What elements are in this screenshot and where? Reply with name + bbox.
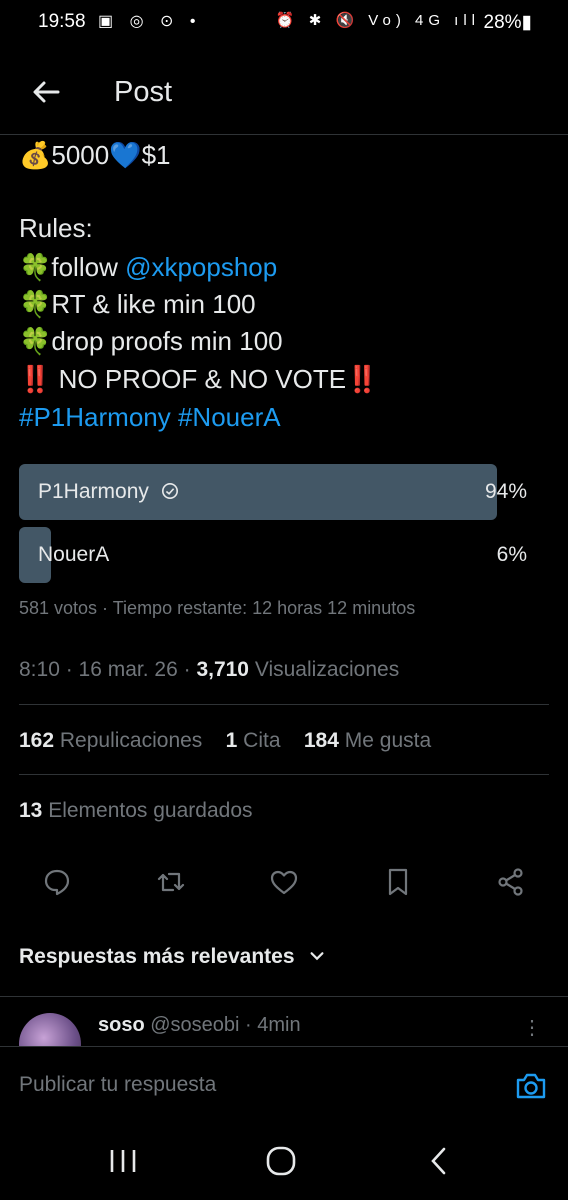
likes-stat[interactable]: 184 Me gusta [304, 729, 431, 752]
heart-icon[interactable] [268, 866, 300, 898]
tweet-line-prize: 💰5000💙$1 [19, 140, 171, 170]
top-bar: Post [0, 60, 568, 135]
check-circle-icon [161, 482, 178, 500]
reply-icon[interactable] [41, 866, 73, 898]
poll-option-1[interactable]: P1Harmony 94% [19, 464, 527, 520]
system-nav-bar [0, 1118, 568, 1200]
repost-icon[interactable] [155, 866, 187, 898]
tweet-line-rt: 🍀RT & like min 100 [19, 289, 256, 319]
warning-icon: ‼️ [19, 364, 52, 394]
mention-link[interactable]: @xkpopshop [125, 252, 277, 282]
tweet-line-follow: 🍀follow @xkpopshop [19, 252, 277, 283]
bookmarks-stat[interactable]: 13 Elementos guardados [19, 799, 253, 823]
quotes-stat[interactable]: 1 Cita [226, 729, 281, 752]
reply-input-placeholder[interactable]: Publicar tu respuesta [19, 1073, 216, 1097]
views-count: 3,710 [196, 658, 249, 681]
poll-percent: 6% [496, 543, 527, 566]
page-title: Post [114, 76, 173, 108]
poll-option-2[interactable]: NouerA 6% [19, 527, 527, 583]
poll-option-label: P1Harmony [38, 480, 179, 504]
tweet-line-warning: ‼️ NO PROOF & NO VOTE‼️ [19, 364, 378, 395]
recent-apps-icon[interactable] [103, 1144, 143, 1178]
post-meta: 8:10 · 16 mar. 26 · 3,710 Visualizacione… [19, 658, 399, 682]
chevron-down-icon [310, 952, 324, 961]
hashtags-link[interactable]: #P1Harmony #NouerA [19, 402, 281, 433]
status-bar: 19:58 ▣ ◎ ⊙ • ⏰ ✱ 🔇 Vo) 4G ıll 28%▮ [0, 0, 568, 44]
back-arrow-icon[interactable] [30, 76, 62, 108]
reposts-stat[interactable]: 162 Repulicaciones [19, 729, 202, 752]
reply-author: soso @soseobi · 4min [98, 1014, 301, 1037]
divider [19, 774, 549, 775]
more-options-icon[interactable]: ⋮ [522, 1015, 542, 1040]
engagement-stats: 162 Repulicaciones 1 Cita 184 Me gusta [19, 729, 431, 753]
poll-percent: 94% [484, 480, 527, 503]
system-icons: ⏰ ✱ 🔇 Vo) 4G ıll [275, 12, 480, 29]
battery-indicator: 28%▮ [483, 12, 532, 33]
back-nav-icon[interactable] [420, 1144, 460, 1178]
tweet-line-rules: Rules: [19, 213, 93, 243]
bookmark-icon[interactable] [382, 866, 414, 898]
status-time: 19:58 [38, 11, 86, 32]
reply-item[interactable]: soso @soseobi · 4min ⋮ [0, 996, 568, 1047]
notification-icons: ▣ ◎ ⊙ • [98, 13, 202, 30]
avatar[interactable] [19, 1013, 81, 1047]
home-icon[interactable] [261, 1144, 301, 1178]
tweet-line-proofs: 🍀drop proofs min 100 [19, 326, 283, 356]
reply-name: soso [98, 1014, 145, 1036]
divider [19, 704, 549, 705]
warning-icon: ‼️ [346, 364, 379, 394]
replies-sort-label: Respuestas más relevantes [19, 945, 295, 968]
reply-handle-time: @soseobi · 4min [144, 1014, 301, 1036]
poll-summary: 581 votos · Tiempo restante: 12 horas 12… [19, 598, 416, 618]
warning-text: NO PROOF & NO VOTE [51, 364, 347, 394]
replies-sort-dropdown[interactable]: Respuestas más relevantes [19, 945, 326, 969]
reply-composer[interactable]: Publicar tu respuesta [0, 1046, 568, 1119]
camera-icon[interactable] [514, 1069, 548, 1103]
share-icon[interactable] [495, 866, 527, 898]
poll-option-label: NouerA [38, 543, 110, 566]
follow-text: 🍀follow [19, 252, 126, 282]
views-label: Visualizaciones [249, 658, 400, 681]
post-timestamp: 8:10 · 16 mar. 26 · [19, 658, 197, 681]
